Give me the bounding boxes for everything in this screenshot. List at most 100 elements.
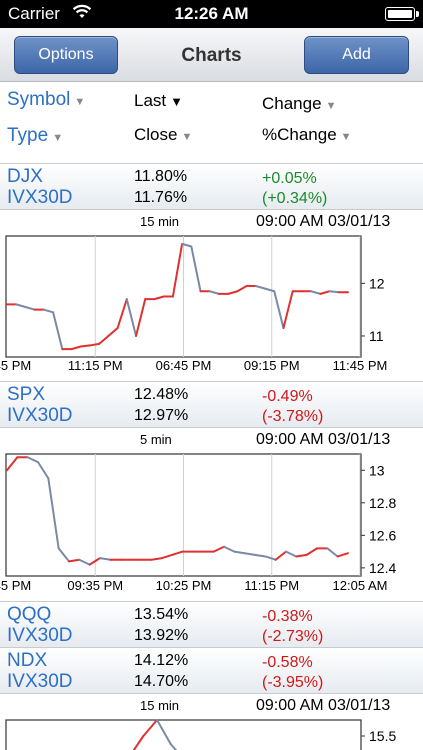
change-value: +0.05% [262,170,317,187]
series-segment [47,477,60,550]
series-segment [295,553,308,558]
series-segment [161,553,174,560]
series-segment [6,456,19,472]
series-segment [236,284,248,293]
chart-panel[interactable]: 15 min 09:00 AM 03/01/13 3:45 PM11:15 PM… [0,210,423,382]
plot-frame [5,719,362,750]
series-segment [227,290,239,295]
symbol-label: QQQ [7,604,52,625]
y-tick-label: 13 [369,462,385,478]
last-value: 11.80% [134,168,188,185]
series-segment [79,344,91,348]
series-segment [254,553,267,558]
series-segment [135,298,147,337]
series-segment [132,735,145,750]
x-tick-label: 3:45 PM [0,578,31,593]
type-label: IVX30D [7,187,73,208]
last-value: 13.54% [134,606,189,623]
change-value: -0.38% [262,608,313,625]
change-value: -0.58% [262,654,313,671]
close-value: 14.70% [134,673,189,690]
quote-row[interactable]: DJX IVX30D 11.80% 11.76% +0.05% (+0.34%) [0,164,423,210]
series-segment [171,550,184,556]
symbol-label: NDX [7,650,48,671]
close-value: 13.92% [134,627,189,644]
series-segment [274,550,287,561]
series-segment [15,303,27,309]
series-segment [125,298,138,337]
x-tick-label: 06:45 PM [156,358,212,373]
series-segment [169,743,178,750]
y-tick-label: 12.8 [369,495,396,511]
series-segment [243,552,256,556]
change-header-label: Change [262,94,322,113]
pct-change-header-label: %Change [262,125,337,144]
series-segment [42,308,55,314]
series-segment [310,290,322,295]
pct-change-value: (-2.73%) [262,628,324,645]
series-segment [24,306,36,311]
chevron-down-icon: ▼ [325,100,337,112]
type-header-label: Type [7,125,49,146]
series-segment [282,290,294,330]
quote-row[interactable]: NDX IVX30D 14.12% 14.70% -0.58% (-3.95%) [0,648,423,694]
sort-close-header[interactable]: Close ▼ [134,125,192,145]
series-segment [153,295,165,301]
chart-panel[interactable]: 15 min 09:00 AM 03/01/13 15.5 [0,694,423,750]
sort-pct-change-header[interactable]: %Change ▼ [262,125,352,145]
y-tick-label: 12.6 [369,527,396,543]
quote-row[interactable]: SPX IVX30D 12.48% 12.97% -0.49% (-3.78%) [0,382,423,428]
series-segment [319,290,331,295]
series-segment [156,719,172,745]
last-value: 12.48% [134,386,189,403]
series-segment [208,290,220,295]
quote-row[interactable]: QQQ IVX30D 13.54% 13.92% -0.38% (-2.73%) [0,602,423,648]
chart-panel[interactable]: 5 min 09:00 AM 03/01/13 3:45 PM09:35 PM1… [0,428,423,602]
pct-change-value: (-3.95%) [262,674,324,691]
change-value: -0.49% [262,388,313,405]
pct-change-value: (-3.78%) [262,408,324,425]
sort-symbol-header[interactable]: Symbol ▼ [7,89,85,111]
clock: 12:26 AM [174,4,249,23]
series-segment [98,334,110,345]
last-value: 14.12% [134,652,189,669]
series-segment [223,545,236,553]
series-segment [254,284,267,290]
x-tick-label: 09:15 PM [244,358,300,373]
series-segment [328,290,340,294]
series-segment [285,550,298,558]
symbol-header-label: Symbol [7,89,71,110]
sort-type-header[interactable]: Type ▼ [7,125,63,147]
x-tick-label: 12:05 AM [333,578,388,593]
close-header-label: Close [134,125,178,144]
series-segment [142,719,159,737]
series-segment [88,342,101,347]
y-tick-label: 12 [369,275,385,291]
series-segment [326,547,339,558]
y-tick-label: 15.5 [369,728,396,744]
series-segment [57,547,70,563]
series-segment [26,456,39,464]
y-tick-label: 12.4 [369,560,396,576]
chevron-down-icon: ▼ [52,132,64,144]
symbol-label: SPX [7,384,46,405]
close-value: 12.97% [134,407,189,424]
close-value: 11.76% [134,189,188,206]
series-segment [70,345,82,351]
x-tick-label: 09:35 PM [67,578,123,593]
x-tick-label: 3:45 PM [0,358,31,373]
series-segment [99,557,112,561]
series-segment [212,545,225,553]
series-segment [116,298,128,330]
series-segment [233,550,246,555]
chevron-down-icon: ▼ [340,131,352,143]
chevron-down-icon: ▼ [170,94,184,109]
sort-change-header[interactable]: Change ▼ [262,94,336,114]
last-header-label: Last [134,91,167,110]
navigation-bar: Options Charts Add [0,28,423,82]
sort-last-header[interactable]: Last ▼ [134,91,183,111]
series-segment [68,558,81,563]
y-tick-label: 11 [369,328,384,344]
add-button[interactable]: Add [304,36,409,74]
pct-change-value: (+0.34%) [262,190,328,207]
